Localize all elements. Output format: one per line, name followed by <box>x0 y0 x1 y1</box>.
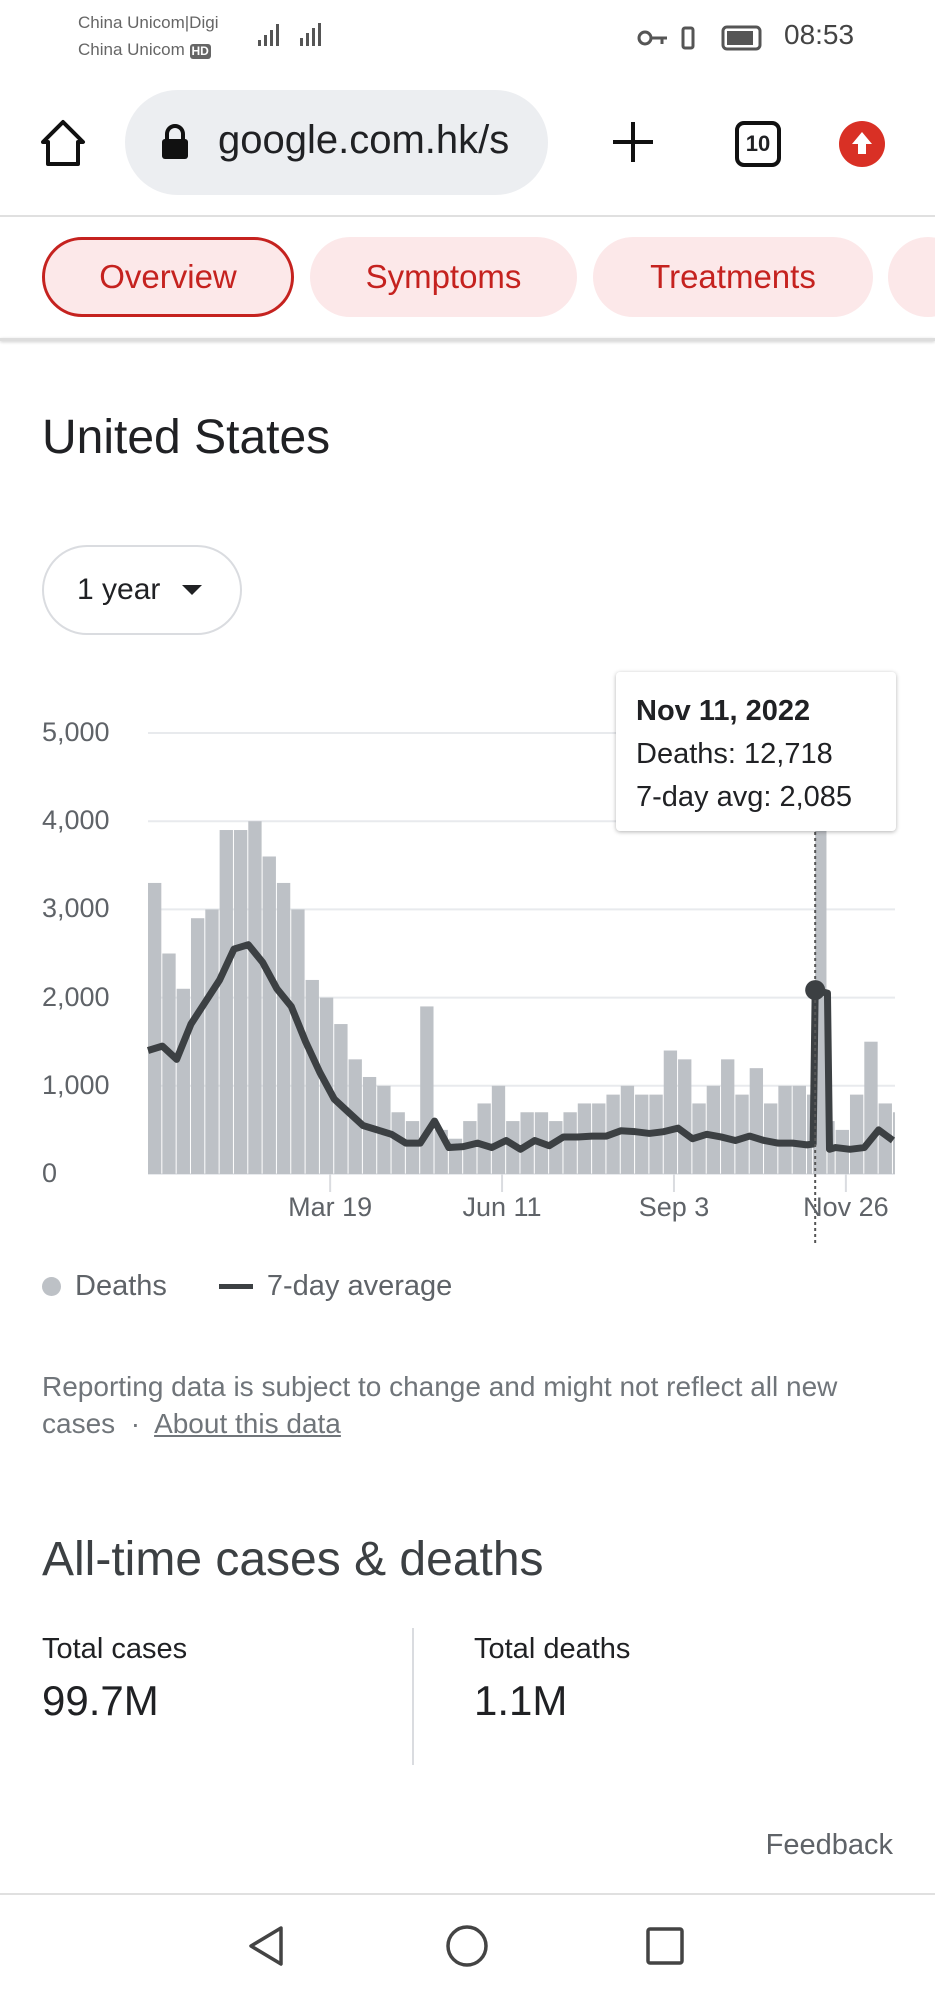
deaths-bar <box>176 988 190 1174</box>
x-tick-label: Mar 19 <box>288 1192 373 1222</box>
chip-more[interactable] <box>888 237 935 317</box>
total-cases-value: 99.7M <box>42 1677 159 1724</box>
deaths-bar <box>219 830 233 1174</box>
highlight-point <box>805 980 826 1001</box>
url-text: google.com.hk/s <box>218 118 510 162</box>
deaths-bar <box>849 1094 864 1174</box>
deaths-bar <box>276 882 291 1174</box>
deaths-bar <box>162 953 176 1174</box>
total-deaths-value: 1.1M <box>474 1677 568 1724</box>
x-tick-label: Nov 26 <box>803 1192 889 1222</box>
deaths-bar <box>792 1085 806 1174</box>
deaths-bar <box>892 1112 895 1174</box>
deaths-bar <box>721 1059 735 1174</box>
deaths-bar <box>262 856 276 1174</box>
deaths-bar <box>148 882 162 1174</box>
home-nav-icon[interactable] <box>445 1924 489 1968</box>
update-icon[interactable] <box>838 120 886 168</box>
vpn-key-icon <box>637 30 653 46</box>
feedback-link[interactable]: Feedback <box>766 1829 893 1862</box>
deaths-bar <box>248 821 262 1174</box>
all-time-heading: All-time cases & deaths <box>42 1533 544 1586</box>
carrier-1: China Unicom|Digi <box>78 13 219 32</box>
chip-overview[interactable]: Overview <box>42 237 294 317</box>
carrier-2: China Unicom HD <box>78 37 211 62</box>
deaths-bar <box>749 1068 764 1174</box>
recents-icon[interactable] <box>645 1926 685 1966</box>
range-value: 1 year <box>77 573 161 606</box>
deaths-bar <box>563 1112 577 1174</box>
total-deaths-label: Total deaths <box>474 1633 631 1665</box>
tab-count: 10 <box>745 131 771 156</box>
tooltip-date: Nov 11, 2022 <box>636 695 811 727</box>
deaths-bar <box>233 830 248 1174</box>
deaths-bar <box>864 1041 878 1174</box>
data-note: Reporting data is subject to change and … <box>42 1368 902 1442</box>
note-separator: · <box>130 1408 141 1439</box>
legend-deaths: Deaths <box>75 1270 167 1302</box>
about-data-link[interactable]: About this data <box>154 1408 341 1439</box>
lock-icon <box>162 124 188 159</box>
avg-legend-line <box>218 1284 253 1289</box>
home-icon[interactable] <box>38 118 88 168</box>
clock: 08:53 <box>784 19 855 50</box>
deaths-bar <box>663 1050 678 1174</box>
nav-divider <box>0 1893 935 1895</box>
tooltip-deaths: Deaths: 12,718 <box>636 738 833 770</box>
legend-avg: 7-day average <box>266 1270 453 1302</box>
chip-treatments[interactable]: Treatments <box>593 237 873 317</box>
new-tab-icon[interactable] <box>611 120 655 164</box>
tab-switcher-button[interactable]: 10 <box>735 121 781 167</box>
x-tick-label: Sep 3 <box>638 1192 710 1222</box>
hd-badge: HD <box>189 44 211 59</box>
deaths-bar <box>420 1006 434 1174</box>
deaths-bar <box>491 1085 506 1174</box>
url-bar[interactable]: google.com.hk/s <box>125 90 548 195</box>
chart-tooltip: Nov 11, 2022 Deaths: 12,718 7-day avg: 2… <box>616 672 896 831</box>
divider <box>0 215 935 217</box>
deaths-bar <box>205 909 219 1174</box>
deaths-legend-dot <box>42 1277 61 1296</box>
x-tick-label: Jun 11 <box>462 1192 542 1222</box>
total-cases-label: Total cases <box>42 1633 188 1665</box>
totals-divider <box>412 1628 414 1765</box>
deaths-bar <box>477 1103 491 1174</box>
status-icons <box>637 25 762 51</box>
chip-symptoms[interactable]: Symptoms <box>310 237 577 317</box>
signal-icon <box>258 23 321 46</box>
deaths-bar <box>778 1085 792 1174</box>
range-dropdown[interactable]: 1 year <box>42 545 242 635</box>
caret-down-icon <box>182 585 203 595</box>
chip-bar-shadow <box>0 338 935 341</box>
deaths-bar <box>190 918 205 1174</box>
deaths-bar <box>678 1059 692 1174</box>
back-icon[interactable] <box>245 1924 289 1968</box>
chart-legend: Deaths 7-day average <box>42 1270 452 1303</box>
page-title: United States <box>42 411 331 464</box>
deaths-bar <box>706 1085 721 1174</box>
deaths-bar <box>305 979 319 1174</box>
deaths-bar <box>405 1121 420 1174</box>
tooltip-avg: 7-day avg: 2,085 <box>636 781 853 813</box>
carrier-2-label: China Unicom <box>78 40 185 59</box>
vibrate-icon <box>681 26 695 50</box>
